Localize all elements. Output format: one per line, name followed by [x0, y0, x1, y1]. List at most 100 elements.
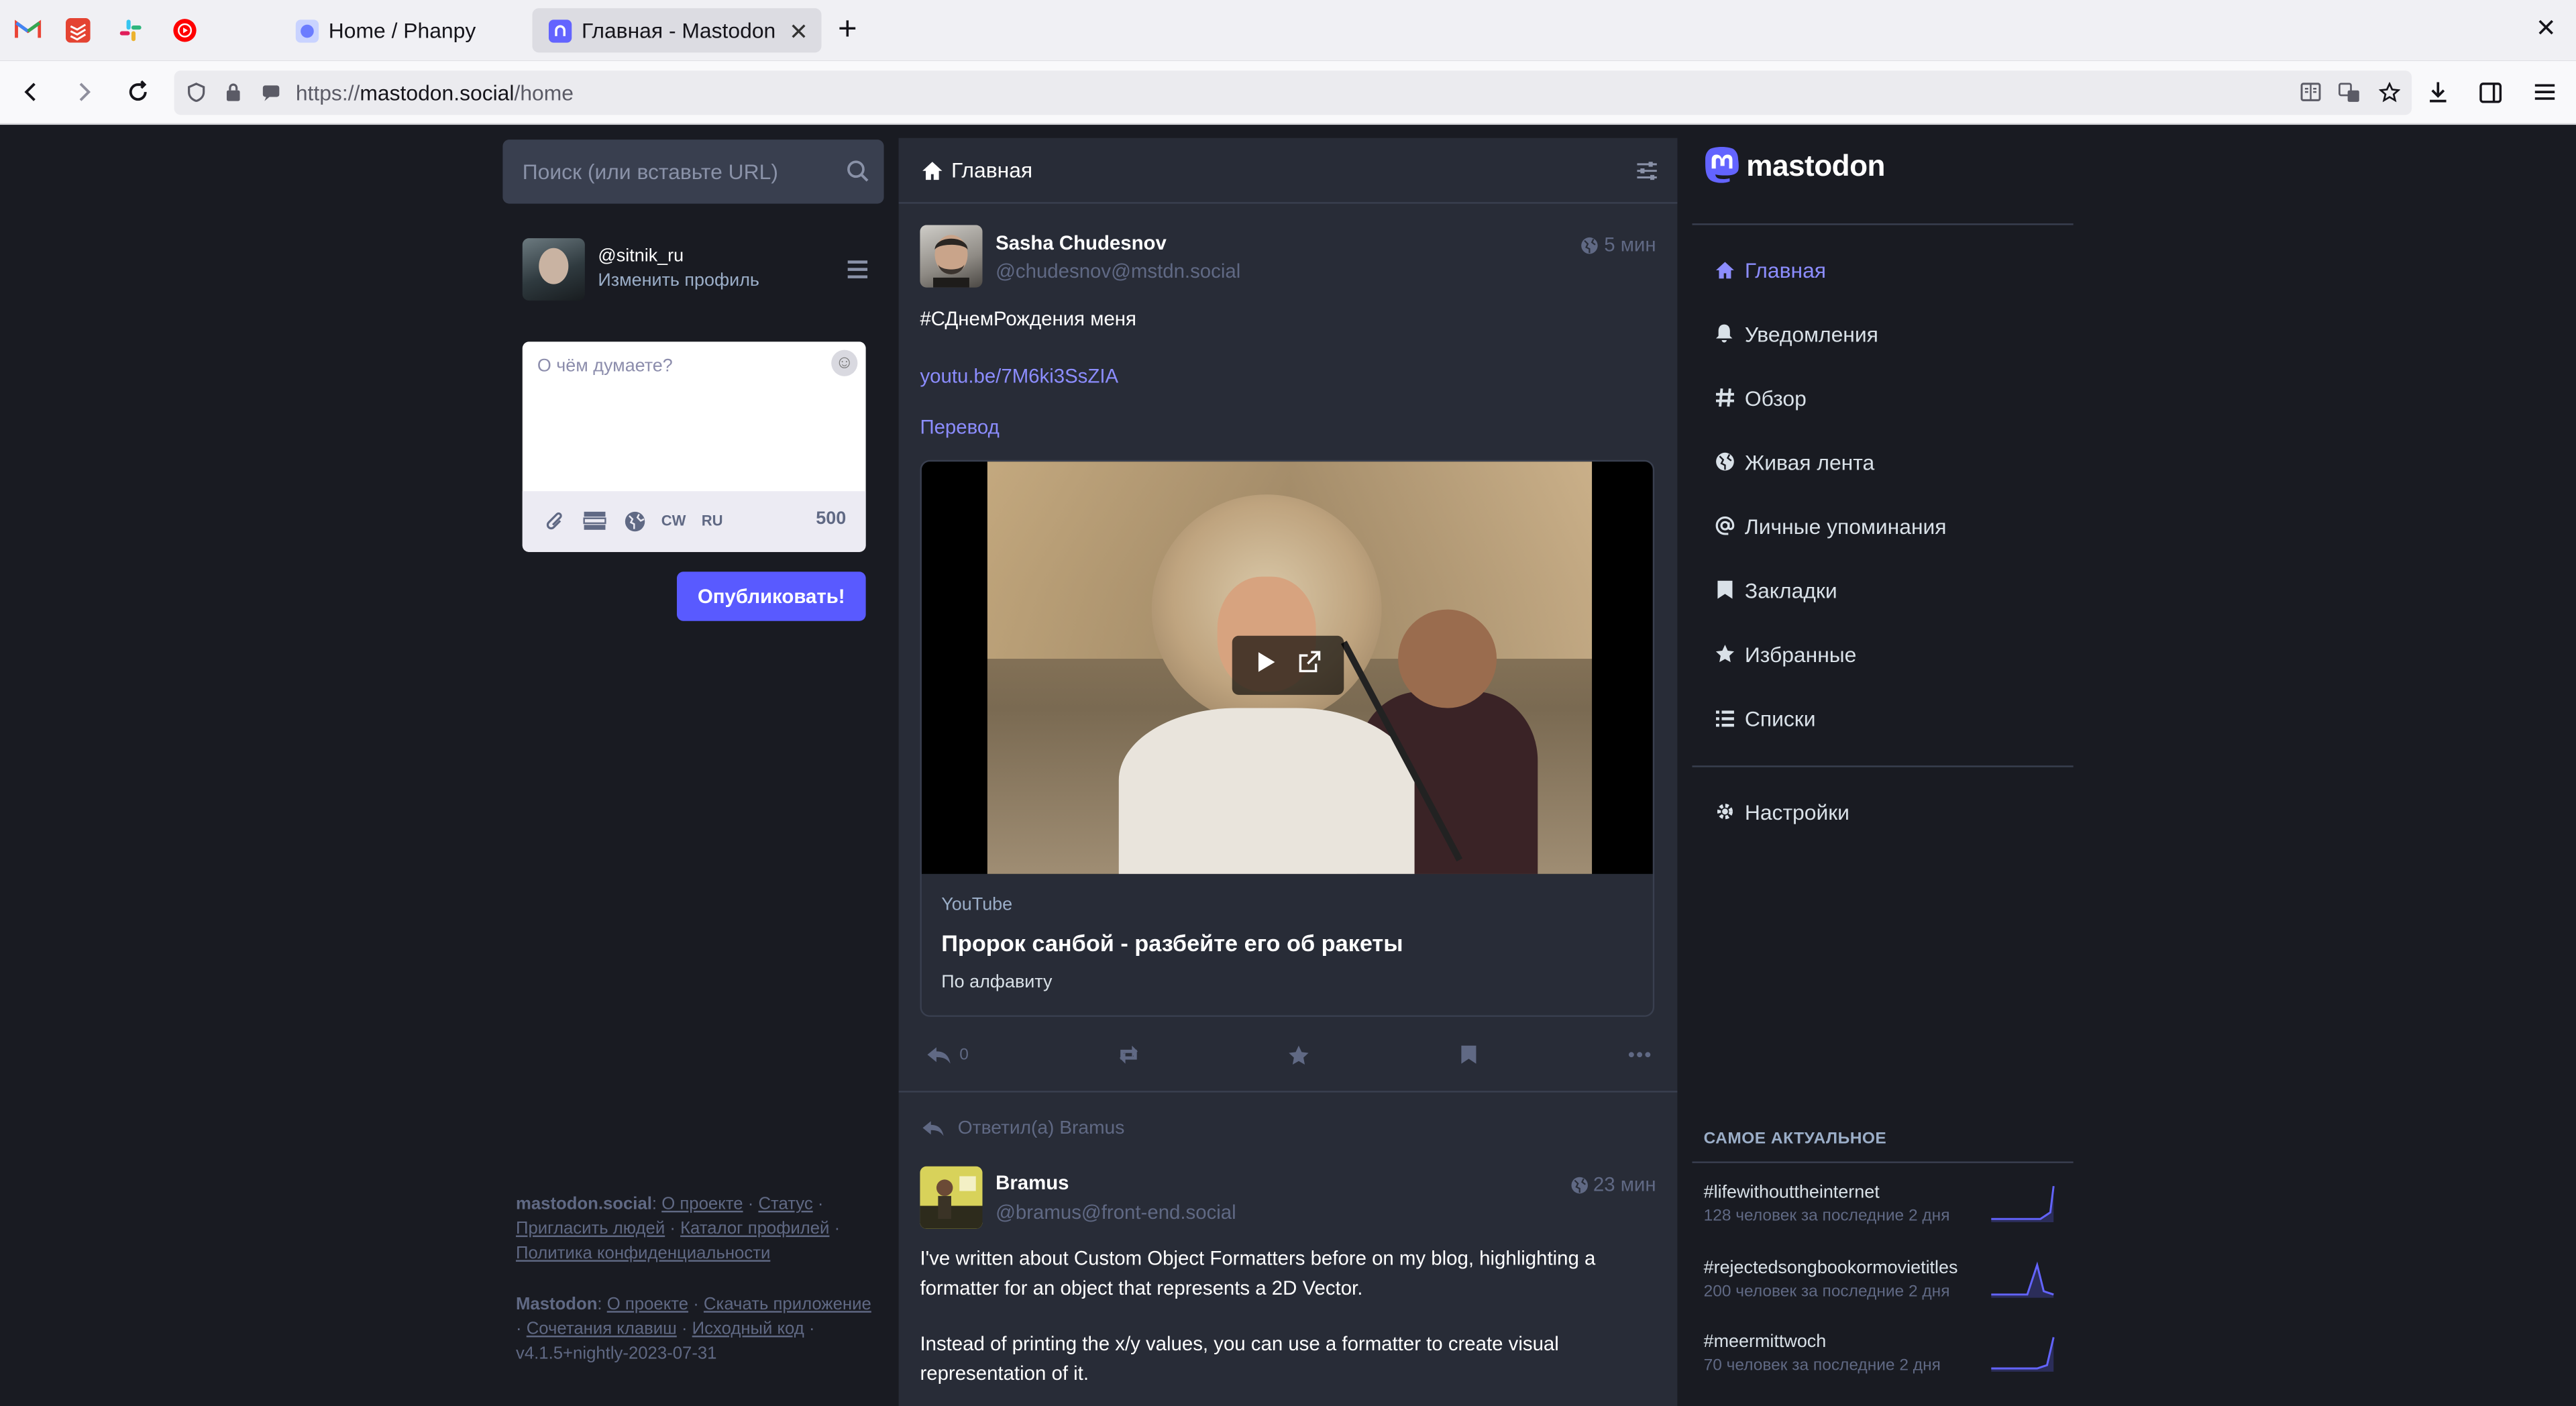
- poll-icon[interactable]: [582, 509, 606, 532]
- trends-heading: САМОЕ АКТУАЛЬНОЕ: [1703, 1130, 1887, 1148]
- back-arrow-icon[interactable]: [15, 76, 48, 109]
- status-link[interactable]: youtu.be/7M6ki3SsZIA: [920, 365, 1118, 388]
- footer-shortcuts-link[interactable]: Сочетания клавиш: [527, 1319, 677, 1339]
- trend-item[interactable]: #lifewithouttheinternet 128 человек за п…: [1704, 1183, 2074, 1238]
- column-header[interactable]: Главная: [898, 138, 1678, 204]
- status-timestamp[interactable]: 5 мин: [1581, 233, 1656, 256]
- reload-icon[interactable]: [121, 76, 154, 109]
- display-name[interactable]: Bramus: [996, 1171, 1069, 1194]
- downloads-icon[interactable]: [2422, 76, 2455, 109]
- youtube-music-pinned-tab-icon[interactable]: [169, 15, 199, 44]
- permissions-icon[interactable]: [260, 80, 282, 103]
- forward-arrow-icon[interactable]: [67, 76, 100, 109]
- edit-profile-link[interactable]: Изменить профиль: [598, 271, 759, 290]
- play-icon[interactable]: [1256, 650, 1275, 682]
- tab-phanpy[interactable]: Home / Phanpy: [279, 8, 525, 52]
- link-preview-card[interactable]: YouTube Пророк санбой - разбейте его об …: [920, 459, 1655, 1017]
- status-timestamp[interactable]: 23 мин: [1570, 1173, 1656, 1196]
- footer-server-name: mastodon.social: [515, 1194, 652, 1214]
- menu-hamburger-icon[interactable]: [2528, 76, 2561, 109]
- publish-button[interactable]: Опубликовать!: [676, 572, 866, 621]
- footer-directory-link[interactable]: Каталог профилей: [680, 1219, 829, 1238]
- trend-sparkline: [1991, 1337, 2055, 1372]
- avatar[interactable]: [920, 225, 983, 288]
- shield-icon[interactable]: [184, 80, 207, 103]
- character-counter: 500: [816, 509, 847, 529]
- status-content-line: representation of it.: [920, 1362, 1089, 1385]
- trend-tag[interactable]: #lifewithouttheinternet: [1704, 1183, 1975, 1202]
- menu-hamburger-icon[interactable]: [846, 258, 869, 287]
- reply-count: 0: [959, 1045, 969, 1064]
- nav-item-live-feed[interactable]: Живая лента: [1713, 447, 1874, 476]
- sidebar-toggle-icon[interactable]: [2474, 76, 2507, 109]
- close-window-icon[interactable]: ✕: [2536, 13, 2557, 43]
- nav-item-settings[interactable]: Настройки: [1713, 797, 1849, 826]
- user-handle[interactable]: @sitnik_ru: [598, 246, 684, 266]
- footer-mastodon-about-link[interactable]: О проекте: [607, 1295, 688, 1314]
- language-selector[interactable]: RU: [700, 509, 724, 532]
- bookmark-icon: [1713, 579, 1735, 600]
- bookmark-button[interactable]: [1460, 1038, 1477, 1071]
- translate-icon[interactable]: [2338, 80, 2361, 103]
- avatar[interactable]: [522, 238, 585, 301]
- emoji-picker-icon[interactable]: ☺: [831, 349, 858, 376]
- mastodon-logo[interactable]: mastodon: [1704, 146, 1885, 186]
- trend-tag[interactable]: #rejectedsongbookormovietitles: [1704, 1258, 1975, 1278]
- close-tab-icon[interactable]: ✕: [789, 18, 808, 46]
- column-settings-sliders-icon[interactable]: [1636, 160, 1658, 189]
- content-warning-toggle[interactable]: CW: [660, 509, 686, 532]
- trend-count: 70 человек за последние 2 дня: [1703, 1356, 1941, 1375]
- external-link-icon[interactable]: [1297, 650, 1320, 682]
- nav-item-explore[interactable]: Обзор: [1713, 383, 1807, 413]
- gmail-pinned-tab-icon[interactable]: [13, 15, 43, 44]
- search-input[interactable]: Поиск (или вставьте URL): [502, 140, 884, 204]
- trend-item[interactable]: #rejectedsongbookormovietitles 200 челов…: [1704, 1258, 2074, 1314]
- nav-item-lists[interactable]: Списки: [1713, 703, 1815, 733]
- translate-button[interactable]: Перевод: [920, 416, 999, 439]
- account-handle[interactable]: @chudesnov@mstdn.social: [996, 260, 1240, 282]
- footer-invite-link[interactable]: Пригласить людей: [516, 1219, 665, 1238]
- lock-icon[interactable]: [222, 80, 245, 103]
- footer-status-link[interactable]: Статус: [758, 1194, 812, 1213]
- star-icon: [1289, 1044, 1309, 1064]
- footer-source-code-link[interactable]: Исходный код: [692, 1319, 804, 1339]
- list-icon: [1713, 707, 1735, 728]
- more-options-button[interactable]: [1628, 1038, 1651, 1071]
- avatar[interactable]: [920, 1166, 983, 1229]
- new-tab-plus-icon[interactable]: +: [838, 11, 857, 48]
- todoist-pinned-tab-icon[interactable]: [62, 15, 92, 44]
- tab-mastodon[interactable]: Главная - Mastodon ✕: [532, 8, 822, 53]
- address-bar[interactable]: https://mastodon.social/home: [174, 70, 2412, 115]
- bookmark-star-icon[interactable]: [2377, 80, 2400, 103]
- status-post[interactable]: Ответил(а) Bramus Bramus @bramus@front-e…: [899, 1093, 1678, 1406]
- replied-to-indicator[interactable]: Ответил(а) Bramus: [922, 1119, 1124, 1138]
- status-post[interactable]: Sasha Chudesnov @chudesnov@mstdn.social …: [898, 204, 1678, 1093]
- favourite-button[interactable]: [1288, 1038, 1309, 1071]
- compose-textarea[interactable]: О чём думаете?: [537, 356, 673, 376]
- browser-tab-bar: Home / Phanpy Главная - Mastodon ✕ + ✕: [0, 0, 2576, 61]
- star-icon: [1713, 643, 1735, 665]
- nav-item-bookmarks[interactable]: Закладки: [1713, 575, 1837, 604]
- nav-item-favourites[interactable]: Избранные: [1713, 639, 1856, 669]
- footer-about-link[interactable]: О проекте: [661, 1194, 743, 1213]
- reply-button[interactable]: 0: [926, 1038, 969, 1071]
- display-name[interactable]: Sasha Chudesnov: [996, 231, 1167, 254]
- account-handle[interactable]: @bramus@front-end.social: [996, 1201, 1236, 1224]
- nav-item-notifications[interactable]: Уведомления: [1713, 319, 1878, 348]
- trend-item[interactable]: #meermittwoch 70 человек за последние 2 …: [1704, 1332, 2074, 1388]
- boost-button[interactable]: [1116, 1038, 1142, 1071]
- card-title[interactable]: Пророк санбой - разбейте его об ракеты: [941, 930, 1403, 956]
- footer-download-app-link[interactable]: Скачать приложение: [704, 1295, 871, 1314]
- nav-item-mentions[interactable]: Личные упоминания: [1713, 511, 1947, 541]
- footer-privacy-link[interactable]: Политика конфиденциальности: [516, 1244, 770, 1263]
- attach-paperclip-icon[interactable]: [544, 509, 567, 532]
- visibility-globe-icon[interactable]: [623, 509, 645, 532]
- reader-view-icon[interactable]: [2298, 80, 2321, 103]
- trend-tag[interactable]: #meermittwoch: [1704, 1332, 1975, 1352]
- video-controls: [1232, 635, 1344, 695]
- nav-item-home[interactable]: Главная: [1713, 255, 1826, 284]
- slack-pinned-tab-icon[interactable]: [115, 15, 144, 44]
- video-embed[interactable]: [921, 462, 1653, 874]
- trend-sparkline: [1991, 1185, 2055, 1223]
- screen: Home / Phanpy Главная - Mastodon ✕ + ✕ h…: [0, 0, 2576, 1406]
